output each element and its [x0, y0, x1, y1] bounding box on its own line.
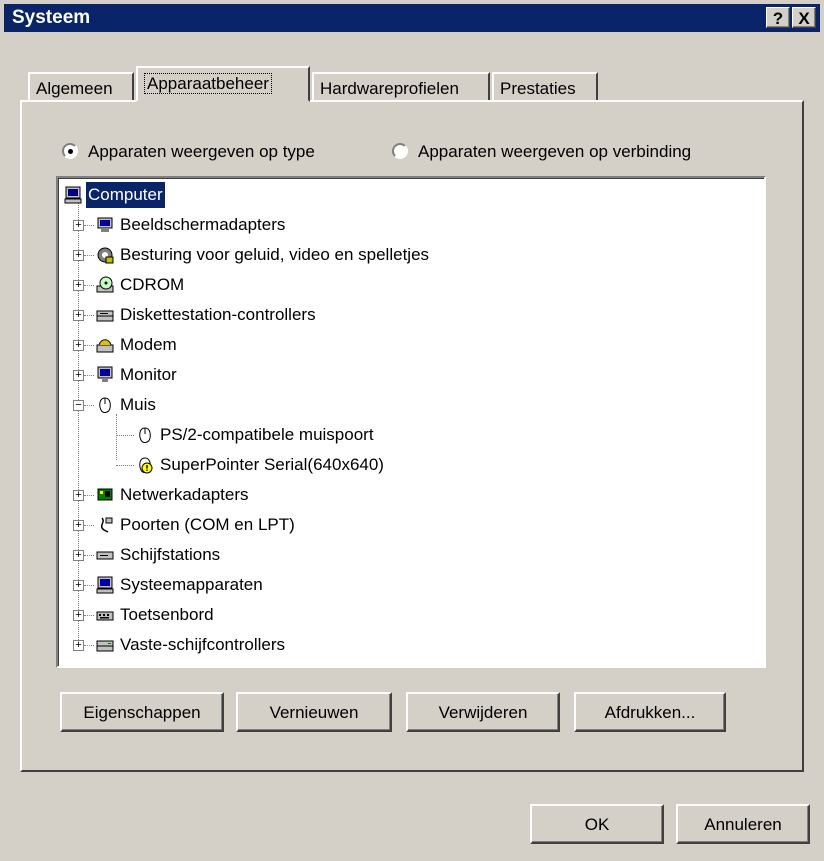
- tab-algemeen[interactable]: Algemeen: [28, 72, 134, 102]
- expand-icon[interactable]: +: [73, 370, 84, 381]
- tree-item-label: PS/2-compatibele muispoort: [160, 425, 374, 444]
- monitor-icon: [97, 366, 113, 382]
- ok-label: OK: [584, 815, 610, 834]
- tree-item-label: Muis: [120, 395, 156, 414]
- modem-icon: [96, 339, 114, 353]
- keyboard-icon: [96, 611, 114, 621]
- tab-label: Prestaties: [500, 79, 576, 98]
- expand-icon[interactable]: +: [73, 220, 84, 231]
- tree-item-label: Schijfstations: [120, 545, 221, 564]
- sound-video-icon: [97, 247, 114, 264]
- ok-button[interactable]: OK: [530, 804, 664, 844]
- tree-connector: [84, 645, 94, 646]
- tree-root-label: Computer: [86, 182, 165, 208]
- tab-label: Apparaatbeheer: [144, 73, 272, 94]
- tree-connector: [84, 225, 94, 226]
- mouse-warning-icon: [139, 457, 153, 474]
- disk-drive-icon: [96, 551, 114, 560]
- cancel-button[interactable]: Annuleren: [676, 804, 810, 844]
- tab-prestaties[interactable]: Prestaties: [492, 72, 598, 102]
- cdrom-icon: [96, 276, 114, 293]
- network-adapter-icon: [97, 488, 113, 501]
- mouse-icon: [99, 397, 111, 413]
- expand-icon[interactable]: +: [73, 580, 84, 591]
- window-title: Systeem: [12, 7, 91, 28]
- properties-button[interactable]: Eigenschappen: [60, 692, 224, 732]
- tree-connector: [84, 285, 94, 286]
- expand-icon[interactable]: +: [73, 550, 84, 561]
- computer-icon: [64, 186, 82, 204]
- help-button[interactable]: ?: [766, 7, 790, 28]
- tree-item-label: Diskettestation-controllers: [120, 305, 316, 324]
- mouse-icon: [139, 427, 151, 443]
- tree-connector: [84, 345, 94, 346]
- print-label: Afdrukken...: [604, 703, 696, 722]
- tab-label: Hardwareprofielen: [320, 79, 459, 98]
- tree-item-label: Netwerkadapters: [120, 485, 249, 504]
- device-tree[interactable]: Computer + Beeldschermadapters + Besturing …: [56, 176, 766, 668]
- remove-label: Verwijderen: [438, 703, 528, 722]
- tree-item-label: Vaste-schijfcontrollers: [120, 635, 286, 654]
- properties-label: Eigenschappen: [83, 703, 201, 722]
- tree-connector: [84, 495, 94, 496]
- tree-item-label: SuperPointer Serial(640x640): [160, 455, 384, 474]
- tree-connector: [116, 435, 134, 436]
- expand-icon[interactable]: +: [73, 280, 84, 291]
- title-bar[interactable]: Systeem ? X: [4, 4, 820, 32]
- view-by-type-label: Apparaten weergeven op type: [88, 142, 315, 161]
- tab-label: Algemeen: [36, 79, 113, 98]
- ports-icon: [100, 517, 113, 533]
- expand-icon[interactable]: +: [73, 340, 84, 351]
- tree-connector: [84, 375, 94, 376]
- tree-connector: [84, 405, 94, 406]
- tree-connector: [84, 255, 94, 256]
- tree-connector: [116, 465, 134, 466]
- radio-by-connection[interactable]: [392, 143, 408, 159]
- tree-item-label: CDROM: [120, 275, 185, 294]
- close-button[interactable]: X: [792, 7, 816, 28]
- system-properties-window: Systeem ? X Algemeen Apparaatbeheer Hard…: [0, 0, 824, 861]
- expand-icon[interactable]: +: [73, 610, 84, 621]
- collapse-icon[interactable]: −: [73, 400, 84, 411]
- tab-hardwareprofielen[interactable]: Hardwareprofielen: [312, 72, 490, 102]
- tree-item-label: Monitor: [120, 365, 177, 384]
- tree-connector: [84, 315, 94, 316]
- expand-icon[interactable]: +: [73, 310, 84, 321]
- refresh-button[interactable]: Vernieuwen: [236, 692, 392, 732]
- tree-connector: [84, 555, 94, 556]
- tree-item-label: Modem: [120, 335, 177, 354]
- refresh-label: Vernieuwen: [269, 703, 359, 722]
- radio-by-type[interactable]: [62, 143, 78, 159]
- tree-child-connector-line: [116, 414, 117, 460]
- floppy-controller-icon: [96, 310, 114, 322]
- expand-icon[interactable]: +: [73, 490, 84, 501]
- expand-icon[interactable]: +: [73, 640, 84, 651]
- tree-item-label: Beeldschermadapters: [120, 215, 286, 234]
- print-button[interactable]: Afdrukken...: [574, 692, 726, 732]
- tree-item-label: Systeemapparaten: [120, 575, 263, 594]
- hdd-controller-icon: [96, 640, 114, 652]
- expand-icon[interactable]: +: [73, 520, 84, 531]
- tree-item-label: Besturing voor geluid, video en spelletj…: [120, 245, 430, 264]
- tree-item-label: Poorten (COM en LPT): [120, 515, 295, 534]
- tree-connector: [84, 615, 94, 616]
- display-adapter-icon: [97, 217, 113, 232]
- tree-item-label: Toetsenbord: [120, 605, 214, 624]
- expand-icon[interactable]: +: [73, 250, 84, 261]
- system-devices-icon: [96, 576, 114, 594]
- tree-connector: [84, 525, 94, 526]
- tree-connector: [84, 585, 94, 586]
- tab-apparaatbeheer[interactable]: Apparaatbeheer: [136, 66, 310, 102]
- view-by-connection-label: Apparaten weergeven op verbinding: [418, 142, 692, 161]
- cancel-label: Annuleren: [704, 815, 782, 834]
- remove-button[interactable]: Verwijderen: [406, 692, 560, 732]
